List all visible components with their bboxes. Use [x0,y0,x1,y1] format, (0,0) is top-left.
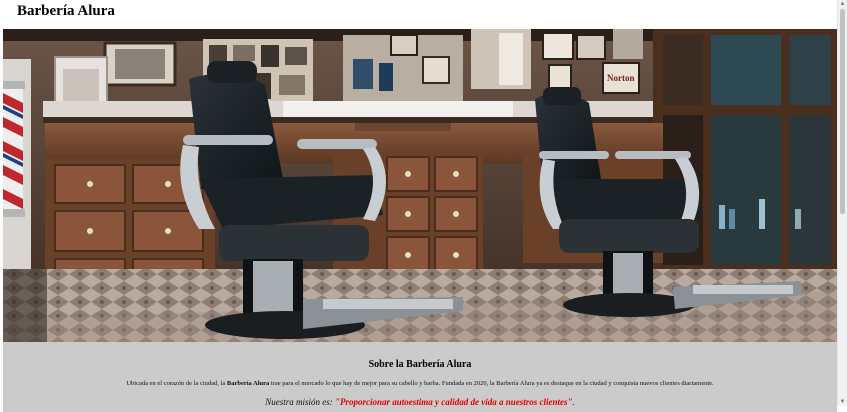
vertical-scrollbar[interactable]: ▲ ▼ [837,0,847,406]
about-text-brand: Barbería Alura [226,380,270,387]
scroll-down-icon[interactable]: ▼ [839,399,846,405]
barber-pole [3,81,25,217]
about-title: Sobre la Barbería Alura [368,359,472,370]
about-text-end: trae para el mercado lo que hay de mejor… [269,380,714,387]
page: Barbería Alura Norton Sobre la Barbería … [0,0,838,412]
scrollbar-thumb[interactable] [840,9,845,214]
hero-image: Norton [3,29,837,342]
about-text-start: Ubicada en el corazón de la ciudad, la [126,380,227,387]
about-section: Sobre la Barbería Alura Ubicada en el co… [3,342,837,412]
scroll-up-icon[interactable]: ▲ [839,1,846,7]
wall-sign: Norton [607,73,635,83]
about-description: Ubicada en el corazón de la ciudad, la B… [3,380,837,387]
site-title: Barbería Alura [17,3,115,19]
